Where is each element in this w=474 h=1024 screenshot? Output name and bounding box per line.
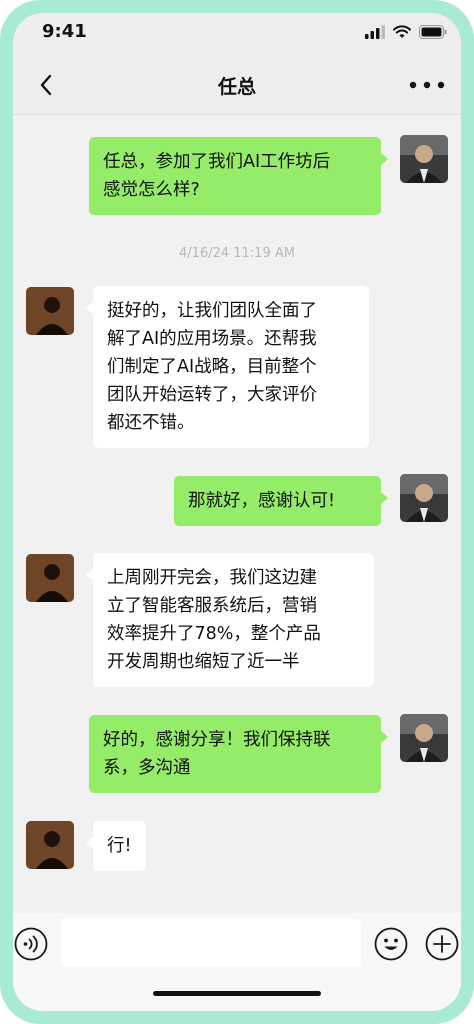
status-bar: 9:41 [13,13,461,53]
phone-frame: 9:41 任总 任总，参加了我们AI工作坊后 感觉怎么样? 4/16/24 11… [0,0,474,1024]
battery-icon [419,25,447,39]
voice-icon[interactable] [14,927,48,961]
home-indicator[interactable] [153,991,321,996]
self-avatar[interactable] [400,474,448,522]
emoji-icon[interactable] [374,927,408,961]
incoming-message: 行! [86,821,146,871]
self-avatar[interactable] [400,714,448,762]
contact-avatar[interactable] [26,287,74,335]
outgoing-message: 任总，参加了我们AI工作坊后 感觉怎么样? [89,137,388,215]
incoming-message: 挺好的，让我们团队全面了 解了AI的应用场景。还帮我 们制定了AI战略，目前整个… [86,286,369,448]
chat-header: 任总 [13,53,461,115]
chat-input-bar [13,913,461,1011]
chat-title: 任总 [217,76,256,98]
outgoing-message: 那就好，感谢认可! [174,476,388,526]
plus-icon[interactable] [425,927,459,961]
status-time: 9:41 [42,21,87,42]
self-avatar[interactable] [400,135,448,183]
outgoing-message: 好的，感谢分享！我们保持联 系，多沟通 [89,715,388,793]
message-timestamp: 4/16/24 11:19 AM [179,246,295,261]
wifi-icon [393,25,411,38]
contact-avatar[interactable] [26,821,74,869]
more-dots-icon[interactable] [407,71,447,99]
signal-icon [365,25,385,39]
message-input[interactable] [61,919,361,967]
chat-screen: 9:41 任总 任总，参加了我们AI工作坊后 感觉怎么样? 4/16/24 11… [13,13,461,1011]
status-icons [365,23,447,41]
contact-avatar[interactable] [26,554,74,602]
incoming-message: 上周刚开完会，我们这边建 立了智能客服系统后，营销 效率提升了78%，整个产品 … [86,553,374,687]
